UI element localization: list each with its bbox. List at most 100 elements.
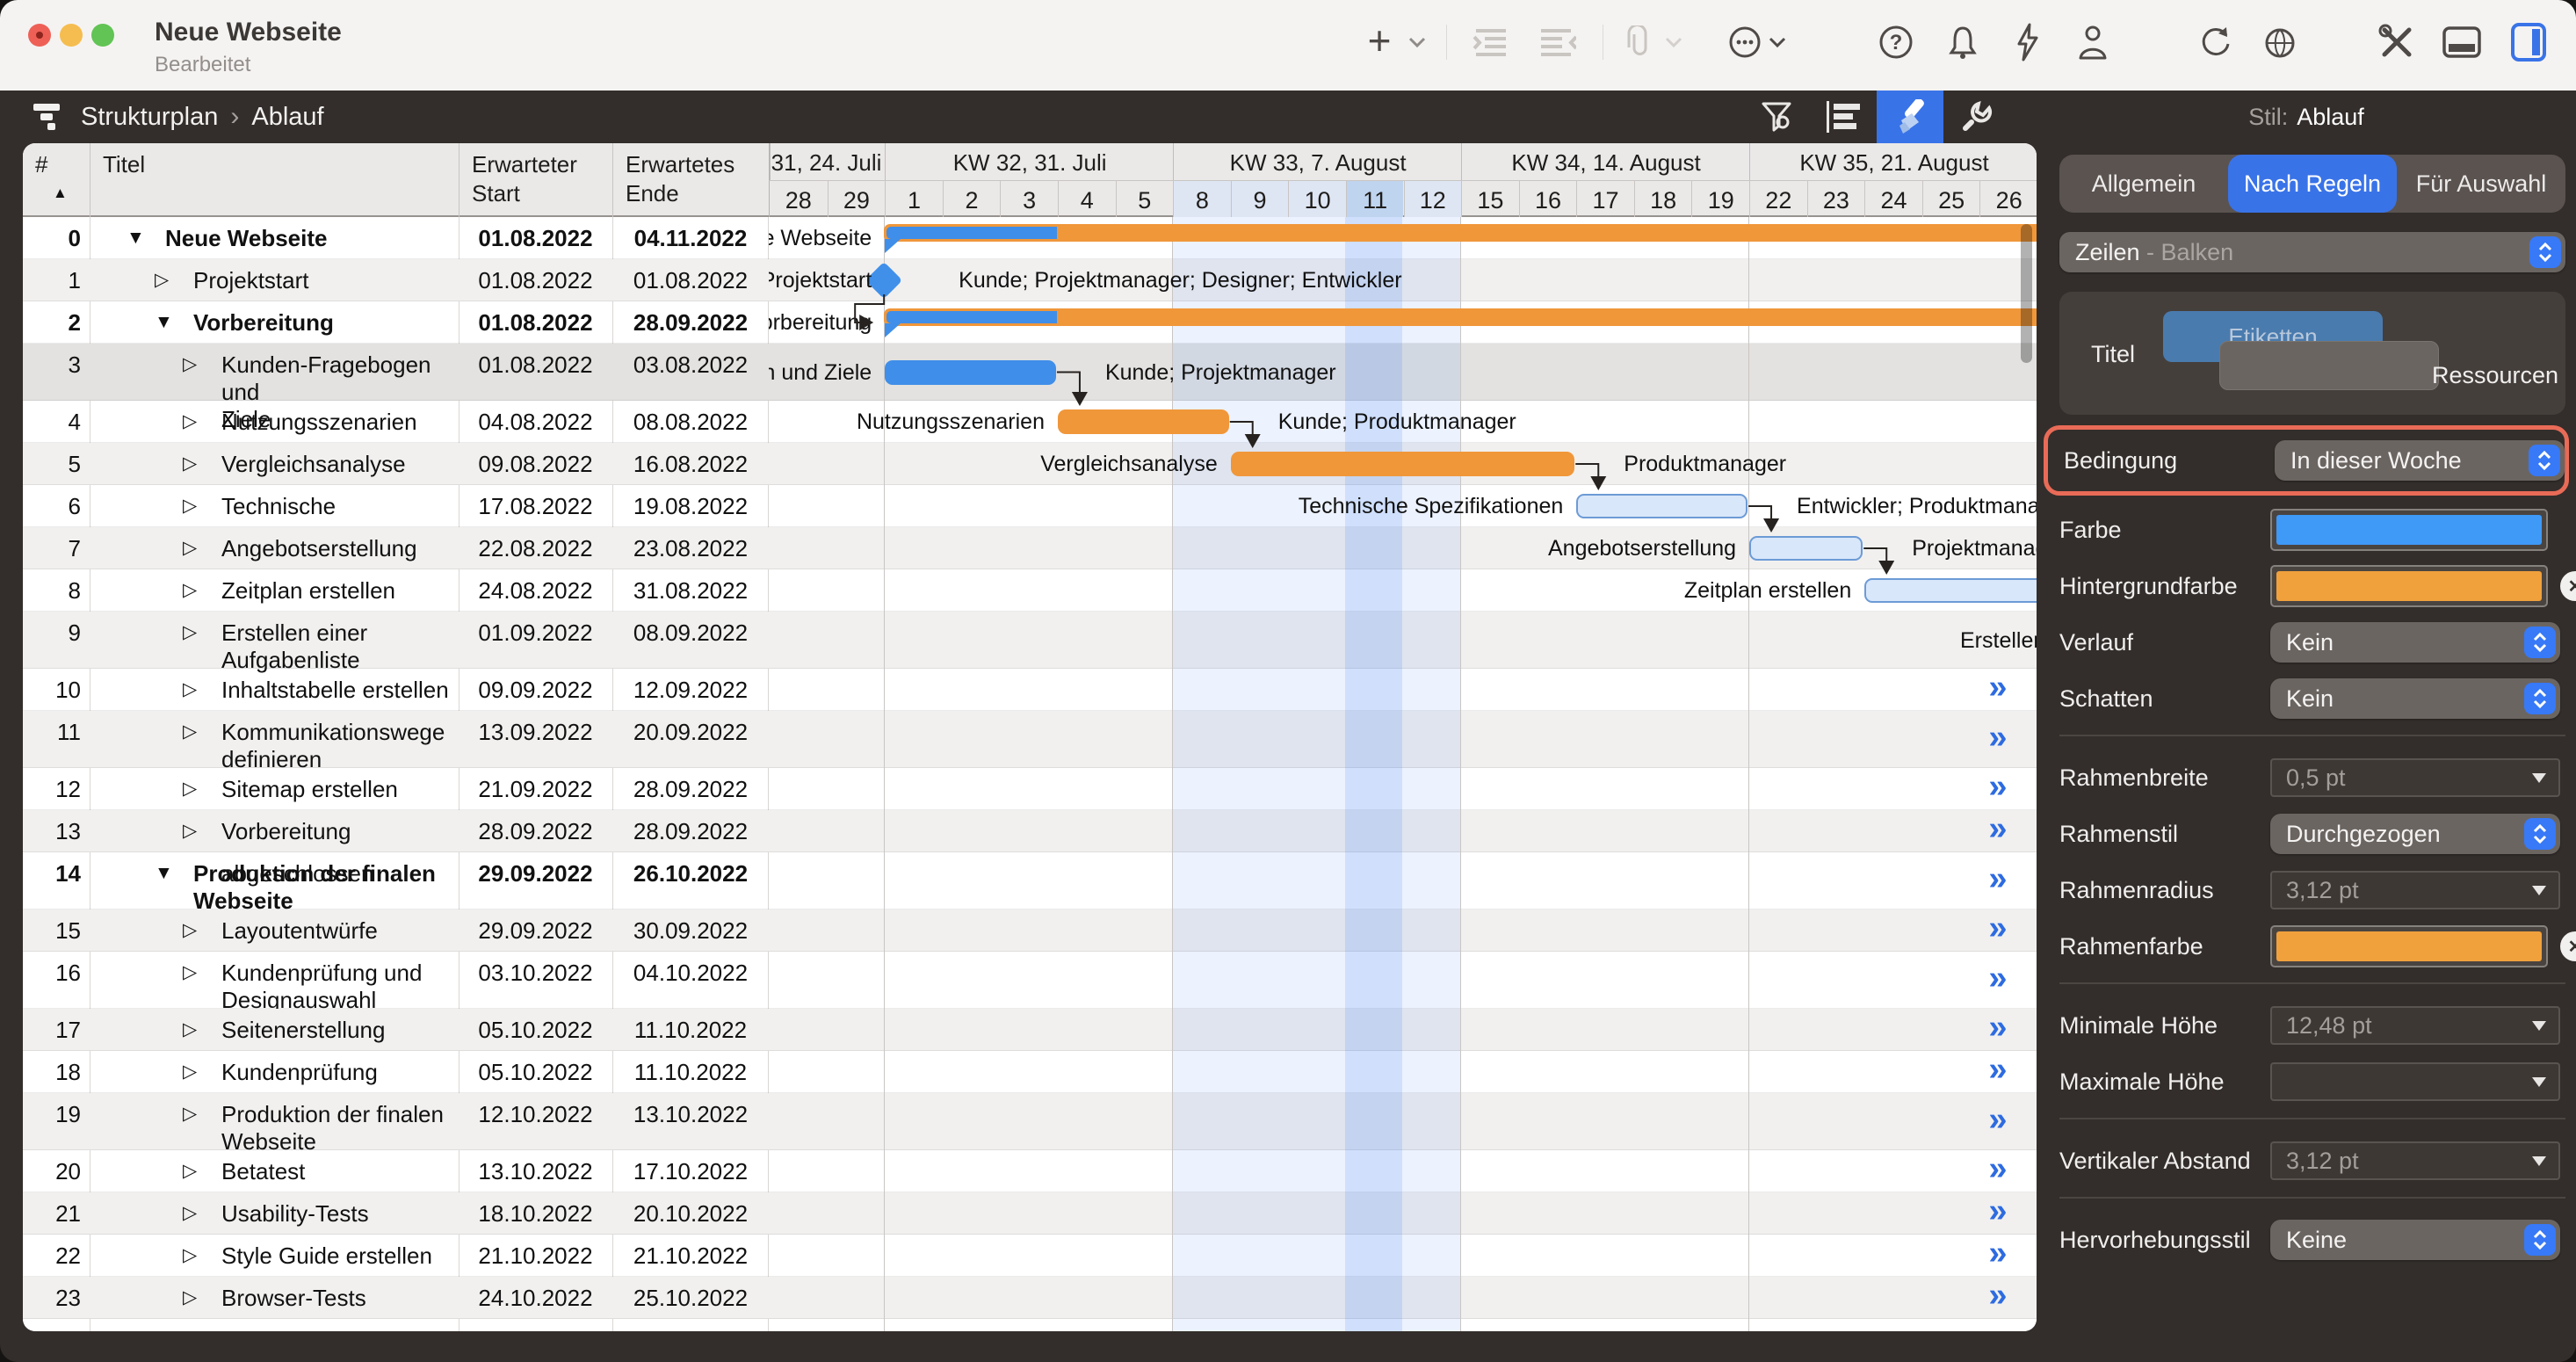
day-header-cell[interactable]: 19 [1691, 181, 1749, 217]
disclosure-closed-icon[interactable]: ▷ [183, 612, 197, 654]
activity-bolt-icon[interactable] [2005, 19, 2051, 65]
day-header-cell[interactable]: 26 [1979, 181, 2037, 217]
color-well-rahmenfarbe[interactable] [2270, 925, 2548, 967]
combo-field-minimale höhe[interactable]: 12,48 pt [2270, 1006, 2560, 1045]
color-well-hintergrundfarbe[interactable] [2270, 565, 2548, 607]
remove-color-button[interactable]: ✕ [2560, 571, 2576, 601]
week-header-cell[interactable]: KW 32, 31. Juli [885, 143, 1173, 180]
disclosure-closed-icon[interactable]: ▷ [183, 711, 197, 753]
breadcrumb-ablauf[interactable]: Ablauf [251, 103, 323, 132]
day-header-cell[interactable]: 28 [770, 181, 828, 217]
disclosure-closed-icon[interactable]: ▷ [183, 909, 197, 952]
popup-button-rahmenstil[interactable]: Durchgezogen [2270, 814, 2560, 854]
sync-icon[interactable] [2193, 19, 2239, 65]
bottom-panel-toggle-icon[interactable] [2439, 19, 2485, 65]
week-header-cell[interactable]: KW 33, 7. August [1173, 143, 1461, 180]
disclosure-closed-icon[interactable]: ▷ [183, 1051, 197, 1093]
help-icon[interactable]: ? [1873, 19, 1919, 65]
day-header-cell[interactable]: 16 [1519, 181, 1577, 217]
day-header-cell[interactable]: 5 [1116, 181, 1174, 217]
resources-person-icon[interactable] [2070, 19, 2116, 65]
day-header-cell[interactable]: 23 [1807, 181, 1865, 217]
target-popup[interactable]: Zeilen - Balken [2059, 232, 2565, 272]
day-header-cell[interactable]: 2 [943, 181, 1001, 217]
add-icon[interactable]: + [1357, 19, 1402, 65]
combo-field-rahmenbreite[interactable]: 0,5 pt [2270, 758, 2560, 797]
disclosure-open-icon[interactable]: ▼ [155, 852, 173, 895]
column-header[interactable]: Erwarteter Start [459, 143, 612, 217]
combo-field-rahmenradius[interactable]: 3,12 pt [2270, 871, 2560, 909]
disclosure-closed-icon[interactable]: ▷ [183, 1093, 197, 1135]
popup-button-bedingung[interactable]: In dieser Woche [2275, 440, 2565, 481]
disclosure-closed-icon[interactable]: ▷ [183, 344, 197, 386]
style-brush-icon[interactable] [1877, 91, 1943, 143]
add-menu-chevron-icon[interactable] [1404, 19, 1430, 65]
disclosure-closed-icon[interactable]: ▷ [183, 569, 197, 612]
tab-allgemein[interactable]: Allgemein [2059, 155, 2228, 213]
disclosure-closed-icon[interactable]: ▷ [183, 485, 197, 527]
disclosure-open-icon[interactable]: ▼ [155, 301, 173, 344]
day-header-cell[interactable]: 1 [885, 181, 943, 217]
day-header-cell[interactable]: 3 [1000, 181, 1058, 217]
combo-field-maximale höhe[interactable] [2270, 1062, 2560, 1101]
popup-button-verlauf[interactable]: Kein [2270, 622, 2560, 663]
disclosure-closed-icon[interactable]: ▷ [183, 669, 197, 711]
column-header[interactable]: Erwartetes Ende [612, 143, 769, 217]
day-header-cell[interactable]: 9 [1231, 181, 1289, 217]
row-number: 15 [23, 909, 81, 952]
disclosure-closed-icon[interactable]: ▷ [183, 810, 197, 852]
empty-label-chip[interactable] [2219, 341, 2439, 390]
day-header-cell[interactable]: 17 [1576, 181, 1634, 217]
day-header-cell[interactable]: 8 [1173, 181, 1231, 217]
minimize-button[interactable] [60, 24, 83, 47]
tools-icon[interactable] [2374, 19, 2420, 65]
disclosure-closed-icon[interactable]: ▷ [183, 1235, 197, 1277]
popup-button-hervorhebungsstil[interactable]: Keine [2270, 1220, 2560, 1260]
vertical-scrollbar-thumb[interactable] [2021, 224, 2032, 363]
close-button[interactable] [28, 24, 51, 47]
disclosure-closed-icon[interactable]: ▷ [183, 1009, 197, 1051]
more-icon[interactable] [1722, 19, 1768, 65]
day-header-cell[interactable]: 22 [1749, 181, 1807, 217]
popup-button-schatten[interactable]: Kein [2270, 678, 2560, 719]
disclosure-closed-icon[interactable]: ▷ [183, 527, 197, 569]
right-panel-toggle-icon[interactable] [2506, 19, 2551, 65]
disclosure-closed-icon[interactable]: ▷ [183, 401, 197, 443]
zoom-button[interactable] [91, 24, 114, 47]
day-header-cell[interactable]: 4 [1058, 181, 1116, 217]
week-header-cell[interactable]: KW 31, 24. Juli [770, 143, 885, 180]
disclosure-open-icon[interactable]: ▼ [127, 217, 145, 259]
day-header-cell[interactable]: 11 [1346, 181, 1404, 217]
disclosure-closed-icon[interactable]: ▷ [183, 443, 197, 485]
day-header-cell[interactable]: 12 [1404, 181, 1462, 217]
disclosure-closed-icon[interactable]: ▷ [183, 768, 197, 810]
disclosure-closed-icon[interactable]: ▷ [155, 259, 169, 301]
day-header-cell[interactable]: 25 [1922, 181, 1980, 217]
column-header[interactable]: #▲ [23, 143, 90, 217]
day-header-cell[interactable]: 24 [1864, 181, 1922, 217]
disclosure-closed-icon[interactable]: ▷ [183, 1150, 197, 1192]
week-header-cell[interactable]: KW 34, 14. August [1461, 143, 1749, 180]
day-header-cell[interactable]: 29 [828, 181, 886, 217]
popup-value: Durchgezogen [2286, 821, 2441, 847]
settings-wrench-icon[interactable] [1943, 91, 2010, 143]
disclosure-closed-icon[interactable]: ▷ [183, 1277, 197, 1319]
combo-field-vertikaler abstand[interactable]: 3,12 pt [2270, 1141, 2560, 1180]
more-menu-chevron-icon[interactable] [1764, 19, 1791, 65]
tab-fuer-auswahl[interactable]: Für Auswahl [2397, 155, 2565, 213]
day-header-cell[interactable]: 10 [1288, 181, 1346, 217]
disclosure-closed-icon[interactable]: ▷ [183, 1192, 197, 1235]
tab-nach-regeln[interactable]: Nach Regeln [2228, 155, 2397, 213]
notifications-bell-icon[interactable] [1940, 19, 1986, 65]
disclosure-closed-icon[interactable]: ▷ [183, 952, 197, 994]
remove-color-button[interactable]: ✕ [2560, 931, 2576, 961]
breadcrumb-strukturplan[interactable]: Strukturplan [81, 103, 218, 132]
day-header-cell[interactable]: 18 [1634, 181, 1692, 217]
day-header-cell[interactable]: 15 [1461, 181, 1519, 217]
publish-globe-icon[interactable] [2258, 19, 2304, 65]
week-header-cell[interactable]: KW 35, 21. August [1749, 143, 2037, 180]
filter-icon[interactable] [1743, 91, 1810, 143]
color-well-farbe[interactable] [2270, 509, 2548, 551]
column-header[interactable]: Titel [90, 143, 459, 217]
outline-view-icon[interactable] [1810, 91, 1877, 143]
